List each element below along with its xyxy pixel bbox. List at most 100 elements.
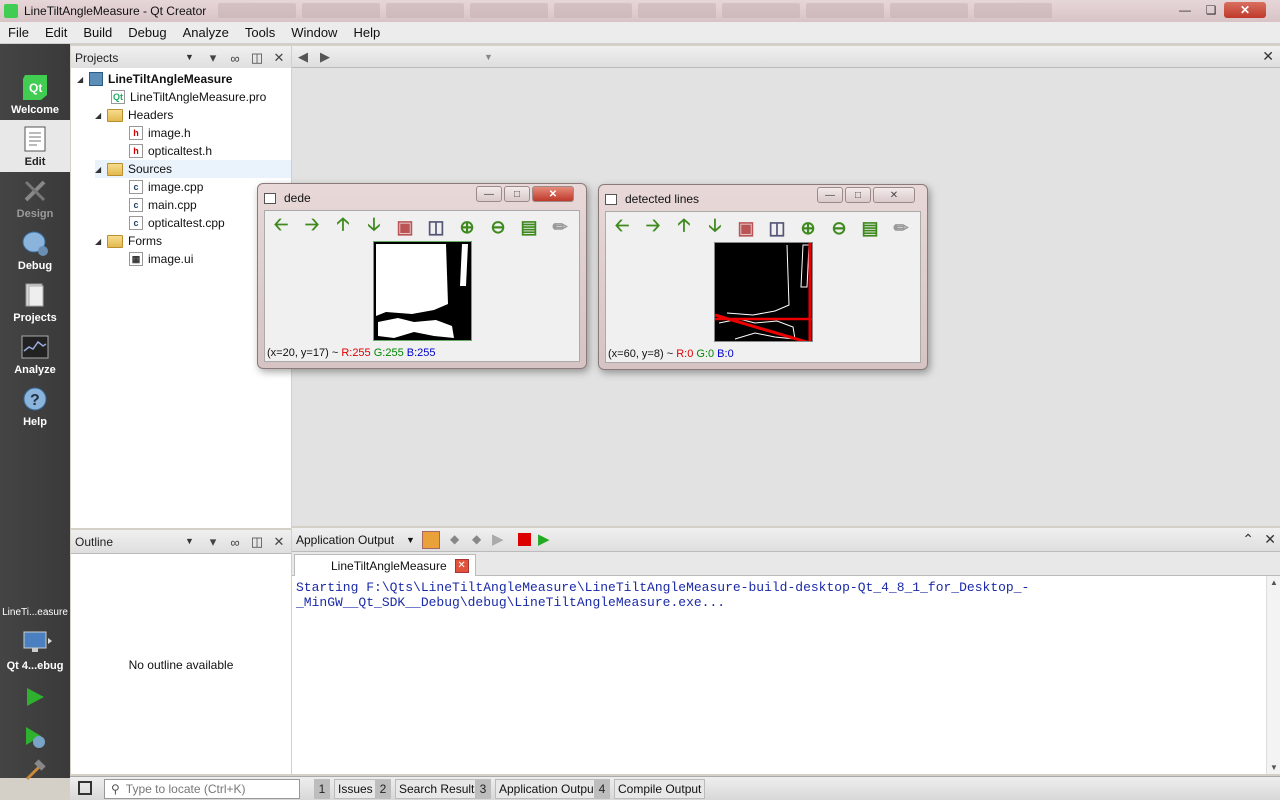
close-icon[interactable]: ✕ bbox=[1262, 48, 1274, 65]
stop-icon[interactable] bbox=[518, 533, 531, 546]
save-icon[interactable]: ▤ bbox=[858, 216, 882, 240]
expand-triangle-icon[interactable]: ◢ bbox=[95, 111, 107, 120]
maximize-pane-icon[interactable]: ⌃ bbox=[1242, 531, 1254, 548]
outline-view-selector[interactable]: Outline bbox=[75, 535, 113, 549]
close-icon[interactable]: ✕ bbox=[1264, 531, 1276, 548]
scroll-down-icon[interactable]: ▼ bbox=[1270, 763, 1278, 772]
chevron-down-icon[interactable]: ▼ bbox=[185, 52, 194, 62]
tree-item-project[interactable]: ◢ LineTiltAngleMeasure bbox=[77, 70, 232, 88]
save-icon[interactable]: ▤ bbox=[517, 215, 541, 239]
tree-item-image-cpp[interactable]: c image.cpp bbox=[129, 178, 203, 196]
expand-triangle-icon[interactable]: ◢ bbox=[95, 165, 107, 174]
debug-run-icon[interactable] bbox=[22, 724, 48, 750]
image-canvas[interactable] bbox=[714, 242, 813, 342]
output-tab-application-output[interactable]: 3 Application Output bbox=[475, 779, 602, 799]
expand-triangle-icon[interactable]: ◢ bbox=[95, 237, 107, 246]
run-icon[interactable] bbox=[22, 684, 48, 710]
menu-tools[interactable]: Tools bbox=[237, 25, 283, 40]
mode-projects[interactable]: Projects bbox=[0, 276, 70, 328]
arrow-down-icon[interactable]: 🡣 bbox=[362, 214, 386, 239]
kit-project-label[interactable]: LineTi...easure bbox=[0, 607, 70, 618]
filter-icon[interactable]: ▾ bbox=[205, 50, 221, 66]
brush-icon[interactable]: ✏ bbox=[548, 215, 572, 239]
tree-item-image-ui[interactable]: ▦ image.ui bbox=[129, 250, 193, 268]
output-tab-issues[interactable]: 1 Issues bbox=[314, 779, 377, 799]
output-tab[interactable]: LineTiltAngleMeasure ✕ bbox=[294, 554, 476, 576]
split-icon[interactable]: ◫ bbox=[249, 50, 265, 66]
projects-view-selector[interactable]: Projects bbox=[75, 51, 118, 65]
output-scrollbar[interactable]: ▲ ▼ bbox=[1266, 576, 1280, 774]
monitor-icon[interactable] bbox=[22, 630, 52, 659]
zoom-fit-icon[interactable]: ◫ bbox=[424, 215, 448, 239]
arrow-right-icon[interactable]: 🡢 bbox=[641, 215, 665, 240]
tree-item-opticaltest-cpp[interactable]: c opticaltest.cpp bbox=[129, 214, 225, 232]
menu-file[interactable]: File bbox=[0, 25, 37, 40]
mode-design[interactable]: Design bbox=[0, 172, 70, 224]
chevron-down-icon[interactable]: ▼ bbox=[185, 536, 194, 546]
arrow-up-icon[interactable]: 🡡 bbox=[672, 215, 696, 240]
mode-welcome[interactable]: Qt Welcome bbox=[0, 68, 70, 120]
arrow-down-icon[interactable]: 🡣 bbox=[703, 215, 727, 240]
nav-forward-icon[interactable]: ▶ bbox=[320, 49, 330, 65]
zoom-in-icon[interactable]: ⊕ bbox=[796, 216, 820, 240]
clear-output-icon[interactable] bbox=[422, 531, 440, 549]
zoom-in-icon[interactable]: ⊕ bbox=[455, 215, 479, 239]
nav-back-icon[interactable]: ◀ bbox=[298, 49, 308, 65]
zoom-fit-icon[interactable]: ◫ bbox=[765, 216, 789, 240]
arrow-up-icon[interactable]: 🡡 bbox=[331, 214, 355, 239]
menu-build[interactable]: Build bbox=[75, 25, 120, 40]
close-icon[interactable]: ✕ bbox=[271, 50, 287, 66]
mode-edit[interactable]: Edit bbox=[0, 120, 70, 172]
scroll-up-icon[interactable]: ▲ bbox=[1270, 578, 1278, 587]
close-icon[interactable]: ✕ bbox=[873, 187, 915, 203]
image-window-dede[interactable]: dede — □ ✕ 🡠 🡢 🡡 🡣 ▣ ◫ ⊕ ⊖ ▤ ✏ (x=20, y=… bbox=[257, 183, 587, 369]
brush-icon[interactable]: ✏ bbox=[889, 216, 913, 240]
next-icon[interactable]: ◆ bbox=[472, 532, 481, 546]
output-tab-compile-output[interactable]: 4 Compile Output bbox=[594, 779, 706, 799]
tree-item-forms[interactable]: ◢ Forms bbox=[95, 232, 162, 250]
expand-triangle-icon[interactable]: ◢ bbox=[77, 75, 89, 84]
split-icon[interactable]: ◫ bbox=[249, 534, 265, 550]
filter-icon[interactable]: ▾ bbox=[205, 534, 221, 550]
build-hammer-icon[interactable] bbox=[22, 758, 48, 784]
minimize-icon[interactable]: — bbox=[1172, 2, 1198, 18]
menu-edit[interactable]: Edit bbox=[37, 25, 75, 40]
mode-debug[interactable]: Debug bbox=[0, 224, 70, 276]
arrow-left-icon[interactable]: 🡠 bbox=[610, 215, 634, 240]
output-tab-search-results[interactable]: 2 Search Results bbox=[375, 779, 485, 799]
output-pane-selector[interactable]: Application Output bbox=[296, 533, 394, 547]
arrow-right-icon[interactable]: 🡢 bbox=[300, 214, 324, 239]
attach-debugger-icon[interactable]: ▶ bbox=[538, 530, 550, 548]
close-icon[interactable]: ✕ bbox=[271, 534, 287, 550]
maximize-icon[interactable]: □ bbox=[845, 187, 871, 203]
zoom-out-icon[interactable]: ⊖ bbox=[827, 216, 851, 240]
menu-debug[interactable]: Debug bbox=[120, 25, 174, 40]
prev-icon[interactable]: ◆ bbox=[450, 532, 459, 546]
tree-item-image-h[interactable]: h image.h bbox=[129, 124, 191, 142]
tree-item-headers[interactable]: ◢ Headers bbox=[95, 106, 173, 124]
link-icon[interactable]: ∞ bbox=[227, 534, 243, 550]
image-canvas[interactable] bbox=[373, 241, 472, 341]
kit-config-label[interactable]: Qt 4...ebug bbox=[0, 660, 70, 672]
maximize-icon[interactable]: ❏ bbox=[1198, 2, 1224, 18]
image-window-detected-lines[interactable]: detected lines — □ ✕ 🡠 🡢 🡡 🡣 ▣ ◫ ⊕ ⊖ ▤ ✏ bbox=[598, 184, 928, 370]
image-icon[interactable]: ▣ bbox=[734, 216, 758, 240]
close-icon[interactable]: ✕ bbox=[1224, 2, 1266, 18]
minimize-icon[interactable]: — bbox=[476, 186, 502, 202]
toggle-sidebar-icon[interactable] bbox=[78, 781, 92, 795]
close-tab-icon[interactable]: ✕ bbox=[454, 558, 469, 573]
chevron-down-icon[interactable]: ▼ bbox=[484, 52, 493, 62]
locator-input[interactable]: ⚲ Type to locate (Ctrl+K) bbox=[104, 779, 300, 799]
maximize-icon[interactable]: □ bbox=[504, 186, 530, 202]
tree-item-opticaltest-h[interactable]: h opticaltest.h bbox=[129, 142, 212, 160]
arrow-left-icon[interactable]: 🡠 bbox=[269, 214, 293, 239]
image-icon[interactable]: ▣ bbox=[393, 215, 417, 239]
tree-item-main-cpp[interactable]: c main.cpp bbox=[129, 196, 197, 214]
close-icon[interactable]: ✕ bbox=[532, 186, 574, 202]
chevron-down-icon[interactable]: ▼ bbox=[406, 535, 415, 545]
tree-item-sources[interactable]: ◢ Sources bbox=[95, 160, 291, 178]
menu-window[interactable]: Window bbox=[283, 25, 345, 40]
link-icon[interactable]: ∞ bbox=[227, 50, 243, 66]
zoom-out-icon[interactable]: ⊖ bbox=[486, 215, 510, 239]
tree-item-pro-file[interactable]: Qt LineTiltAngleMeasure.pro bbox=[111, 88, 266, 106]
